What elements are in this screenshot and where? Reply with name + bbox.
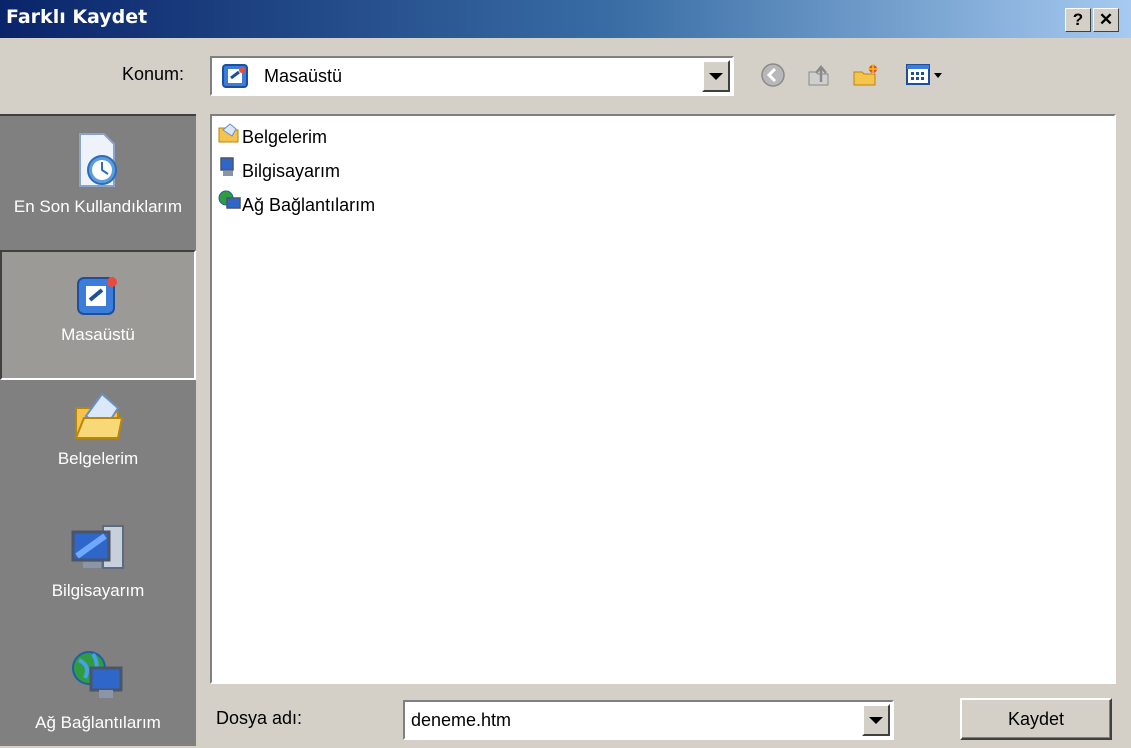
list-item-label: Belgelerim [242,127,328,147]
folder-documents-icon [218,123,239,143]
places-item-desktop[interactable]: Masaüstü [0,250,196,380]
network-icon [218,190,241,209]
places-item-network[interactable]: Ağ Bağlantılarım [0,648,196,748]
places-item-label: Belgelerim [57,449,139,468]
desktop-icon [77,277,117,315]
location-dropdown-button[interactable] [702,60,730,92]
chevron-down-icon [709,73,723,80]
places-item-recent[interactable]: En Son Kullandıklarım [0,118,196,250]
help-button[interactable]: ? [1065,8,1091,32]
places-item-documents[interactable]: Belgelerim [0,386,196,514]
places-item-computer[interactable]: Bilgisayarım [0,520,196,650]
places-item-label: Bilgisayarım [51,581,145,600]
chevron-down-icon [869,717,883,724]
places-item-label: Masaüstü [61,325,135,344]
filename-combo[interactable] [403,700,894,740]
my-computer-icon [71,525,124,569]
view-menu-icon[interactable] [906,62,946,88]
new-folder-icon[interactable] [852,62,880,88]
location-label: Konum: [122,64,185,84]
places-item-label: En Son Kullandıklarım [13,197,183,216]
location-value: Masaüstü [264,66,343,86]
title-bar[interactable]: Farklı Kaydet ? ✕ [0,0,1131,38]
network-places-icon [72,651,123,698]
list-item-label: Ağ Bağlantılarım [242,195,376,215]
list-item-label: Bilgisayarım [242,161,341,181]
filename-input[interactable] [409,706,851,734]
desktop-icon [222,64,248,88]
location-dropdown[interactable]: Masaüstü [210,56,734,96]
my-documents-icon [74,392,124,439]
save-as-dialog: Farklı Kaydet ? ✕ Konum: Masaüstü En Son… [0,0,1131,746]
filename-dropdown-button[interactable] [862,704,890,736]
places-item-label: Ağ Bağlantılarım [35,713,161,732]
file-list[interactable]: Belgelerim Bilgisayarım Ağ Bağlantılarım [210,114,1116,684]
back-icon[interactable] [760,62,786,88]
close-button[interactable]: ✕ [1093,8,1119,32]
up-folder-icon[interactable] [806,62,832,88]
places-bar: En Son Kullandıklarım Masaüstü Belgeleri… [0,114,196,746]
window-title: Farklı Kaydet [6,6,148,28]
filename-label: Dosya adı: [216,708,303,728]
computer-icon [220,157,234,176]
save-button[interactable]: Kaydet [960,698,1112,740]
recent-documents-icon [79,133,117,187]
